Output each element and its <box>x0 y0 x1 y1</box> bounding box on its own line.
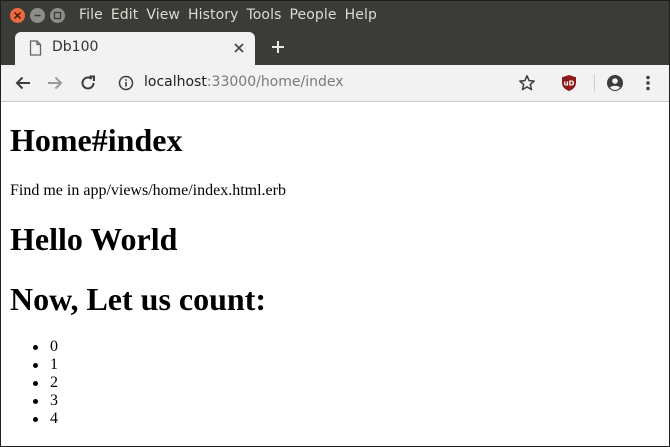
window-close-button[interactable] <box>10 8 25 23</box>
info-icon[interactable] <box>118 75 134 91</box>
count-list: 0 1 2 3 4 <box>1 338 58 428</box>
menu-bar: File Edit View History Tools People Help <box>79 7 385 23</box>
minus-icon <box>34 14 41 17</box>
url-path: :33000/home/index <box>206 74 344 90</box>
menu-file[interactable]: File <box>79 7 103 23</box>
window-maximize-button[interactable] <box>50 8 65 23</box>
bullet <box>33 381 38 386</box>
tab-db100[interactable]: Db100 <box>15 32 255 65</box>
ublock-icon[interactable]: uD <box>560 74 578 92</box>
list-item: 3 <box>1 392 58 410</box>
url-host: localhost <box>144 74 207 90</box>
hello-heading: Hello World <box>10 221 178 257</box>
window-minimize-button[interactable] <box>30 8 45 23</box>
menu-history[interactable]: History <box>188 7 239 23</box>
reload-icon[interactable] <box>79 74 97 92</box>
address-bar[interactable]: localhost:33000/home/index <box>144 74 344 90</box>
x-icon <box>13 11 22 20</box>
list-item: 4 <box>1 410 58 428</box>
tab-strip: Db100 <box>1 32 669 65</box>
bullet <box>33 345 38 350</box>
list-item: 1 <box>1 356 58 374</box>
bullet <box>33 417 38 422</box>
account-icon[interactable] <box>606 74 624 92</box>
browser-window: File Edit View History Tools People Help… <box>0 0 670 447</box>
kebab-menu-icon[interactable] <box>639 74 657 92</box>
count-heading: Now, Let us count: <box>10 281 267 317</box>
title-bar: File Edit View History Tools People Help <box>1 1 669 32</box>
page-heading: Home#index <box>10 122 183 158</box>
square-icon <box>53 11 62 20</box>
menu-tools[interactable]: Tools <box>246 7 281 23</box>
menu-edit[interactable]: Edit <box>111 7 139 23</box>
menu-help[interactable]: Help <box>345 7 377 23</box>
arrow-right-icon[interactable] <box>46 74 64 92</box>
plus-icon[interactable] <box>270 39 286 55</box>
find-me-text: Find me in app/views/home/index.html.erb <box>10 182 286 199</box>
menu-people[interactable]: People <box>289 7 336 23</box>
arrow-left-icon[interactable] <box>14 74 32 92</box>
bullet <box>33 399 38 404</box>
bullet <box>33 363 38 368</box>
extension-label: uD <box>564 80 575 88</box>
tab-title: Db100 <box>52 39 99 55</box>
list-item: 0 <box>1 338 58 356</box>
toolbar-separator <box>594 74 595 92</box>
browser-toolbar: localhost:33000/home/index uD <box>1 65 669 102</box>
page-content: Home#index Find me in app/views/home/ind… <box>1 102 669 446</box>
star-icon[interactable] <box>518 74 536 92</box>
close-icon[interactable] <box>232 41 246 55</box>
list-item: 2 <box>1 374 58 392</box>
document-icon <box>29 40 42 56</box>
menu-view[interactable]: View <box>146 7 180 23</box>
